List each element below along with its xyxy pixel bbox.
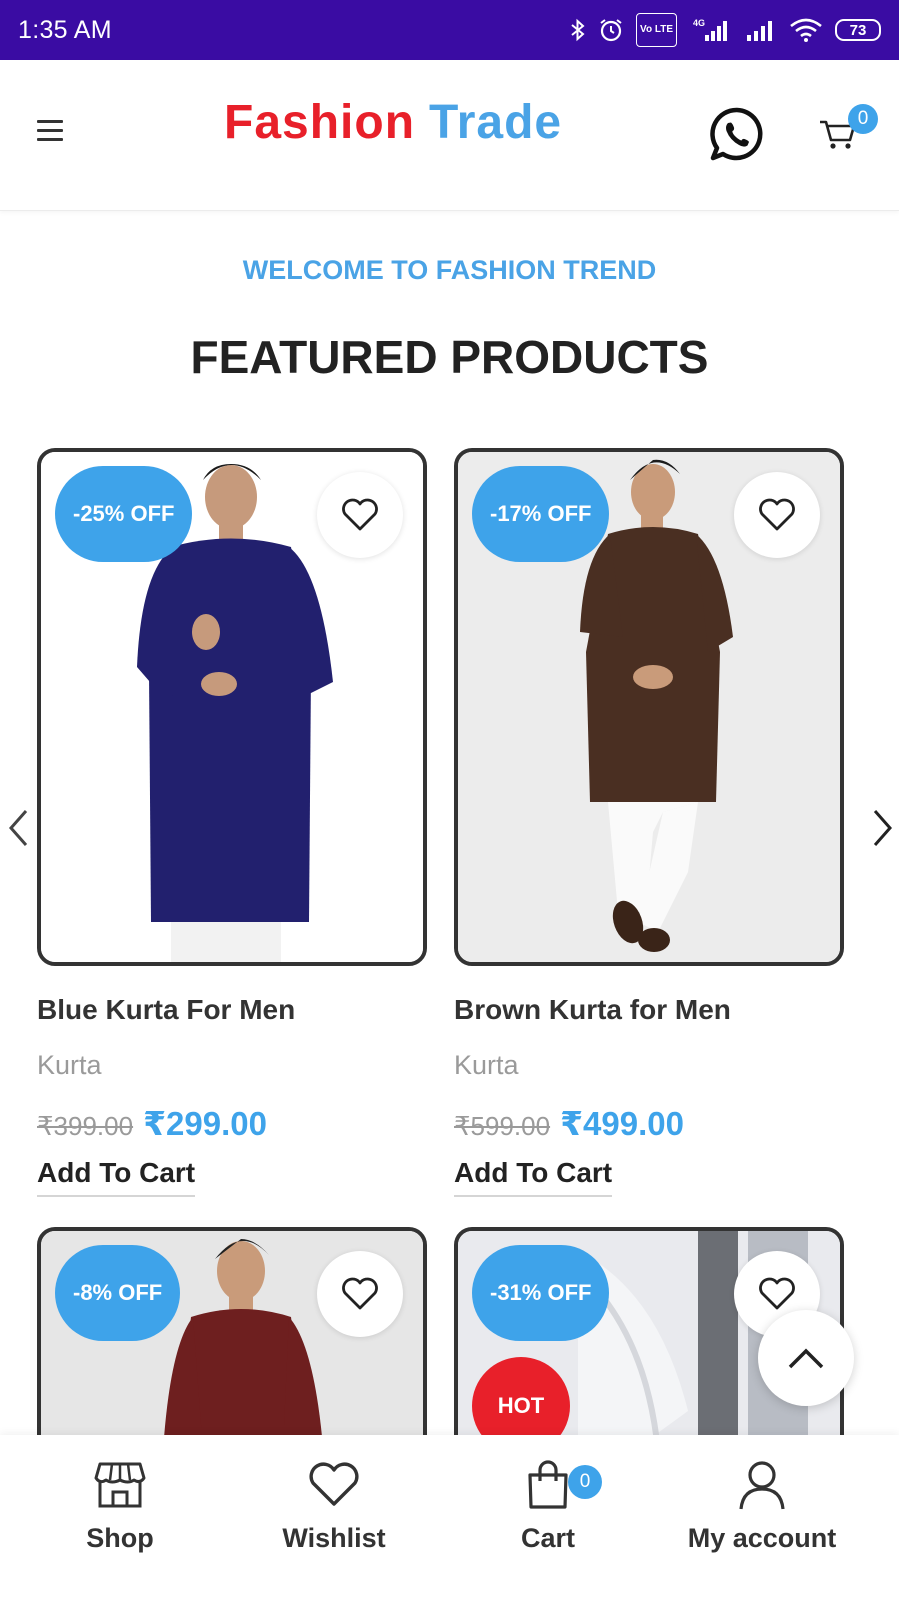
- chevron-up-icon: [788, 1348, 824, 1369]
- alarm-icon: [598, 16, 624, 44]
- discount-badge: -31% OFF: [472, 1245, 610, 1341]
- nav-cart-label: Cart: [520, 1523, 575, 1553]
- heart-icon[interactable]: [317, 472, 403, 558]
- product-card[interactable]: -17% OFF: [454, 448, 844, 966]
- section-title: FEATURED PRODUCTS: [190, 331, 709, 383]
- whatsapp-icon[interactable]: [708, 106, 766, 164]
- site-logo[interactable]: Fashion Trade: [224, 95, 562, 150]
- network-type-text: 4G: [693, 18, 705, 28]
- sale-price: ₹299.00: [143, 1105, 267, 1142]
- product-price: ₹399.00 ₹299.00: [37, 1104, 267, 1143]
- nav-shop[interactable]: Shop: [20, 1455, 220, 1554]
- bluetooth-icon: [570, 16, 586, 44]
- nav-cart[interactable]: 0 Cart: [448, 1455, 648, 1554]
- nav-wishlist[interactable]: Wishlist: [234, 1455, 434, 1554]
- battery-indicator: 73: [835, 19, 881, 41]
- heart-icon[interactable]: [317, 1251, 403, 1337]
- menu-icon[interactable]: [37, 120, 63, 142]
- discount-badge: -8% OFF: [55, 1245, 181, 1341]
- signal-icon: [745, 16, 777, 44]
- nav-account[interactable]: My account: [662, 1455, 862, 1554]
- product-category[interactable]: Kurta: [37, 1050, 102, 1081]
- nav-wishlist-label: Wishlist: [282, 1523, 386, 1553]
- product-card[interactable]: -25% OFF: [37, 448, 427, 966]
- volte-icon: Vo LTE: [636, 13, 677, 47]
- old-price: ₹399.00: [37, 1111, 134, 1141]
- user-icon: [662, 1455, 862, 1515]
- add-to-cart-button[interactable]: Add To Cart: [37, 1157, 196, 1197]
- status-icons: Vo LTE 4G 73: [570, 13, 881, 47]
- sale-price: ₹499.00: [560, 1105, 684, 1142]
- product-price: ₹599.00 ₹499.00: [454, 1104, 684, 1143]
- status-time: 1:35 AM: [18, 15, 112, 44]
- discount-badge: -17% OFF: [472, 466, 610, 562]
- wifi-icon: [789, 16, 823, 44]
- shop-icon: [20, 1455, 220, 1515]
- discount-badge: -25% OFF: [55, 466, 193, 562]
- product-category[interactable]: Kurta: [454, 1050, 519, 1081]
- add-to-cart-button[interactable]: Add To Cart: [454, 1157, 613, 1197]
- chevron-right-icon[interactable]: [869, 808, 895, 848]
- signal-4g-icon: 4G: [689, 16, 733, 44]
- welcome-text: WELCOME TO FASHION TREND: [242, 255, 657, 285]
- logo-text-trade: Trade: [429, 96, 563, 149]
- old-price: ₹599.00: [454, 1111, 551, 1141]
- bottom-navigation: Shop Wishlist 0 Cart My account: [0, 1435, 899, 1599]
- heart-icon: [234, 1455, 434, 1515]
- cart-count-badge: 0: [568, 1465, 602, 1499]
- status-bar: 1:35 AM Vo LTE 4G 73: [0, 0, 899, 60]
- cart-count-badge: 0: [848, 104, 878, 134]
- logo-text-fashion: Fashion: [224, 96, 416, 149]
- product-name[interactable]: Brown Kurta for Men: [454, 994, 731, 1026]
- nav-account-label: My account: [687, 1523, 837, 1553]
- chevron-left-icon[interactable]: [6, 808, 32, 848]
- product-name[interactable]: Blue Kurta For Men: [37, 994, 295, 1026]
- app-header: Fashion Trade 0: [0, 60, 899, 211]
- heart-icon[interactable]: [734, 472, 820, 558]
- nav-shop-label: Shop: [86, 1523, 154, 1553]
- shopping-bag-icon: [448, 1455, 648, 1515]
- scroll-to-top-button[interactable]: [758, 1310, 854, 1406]
